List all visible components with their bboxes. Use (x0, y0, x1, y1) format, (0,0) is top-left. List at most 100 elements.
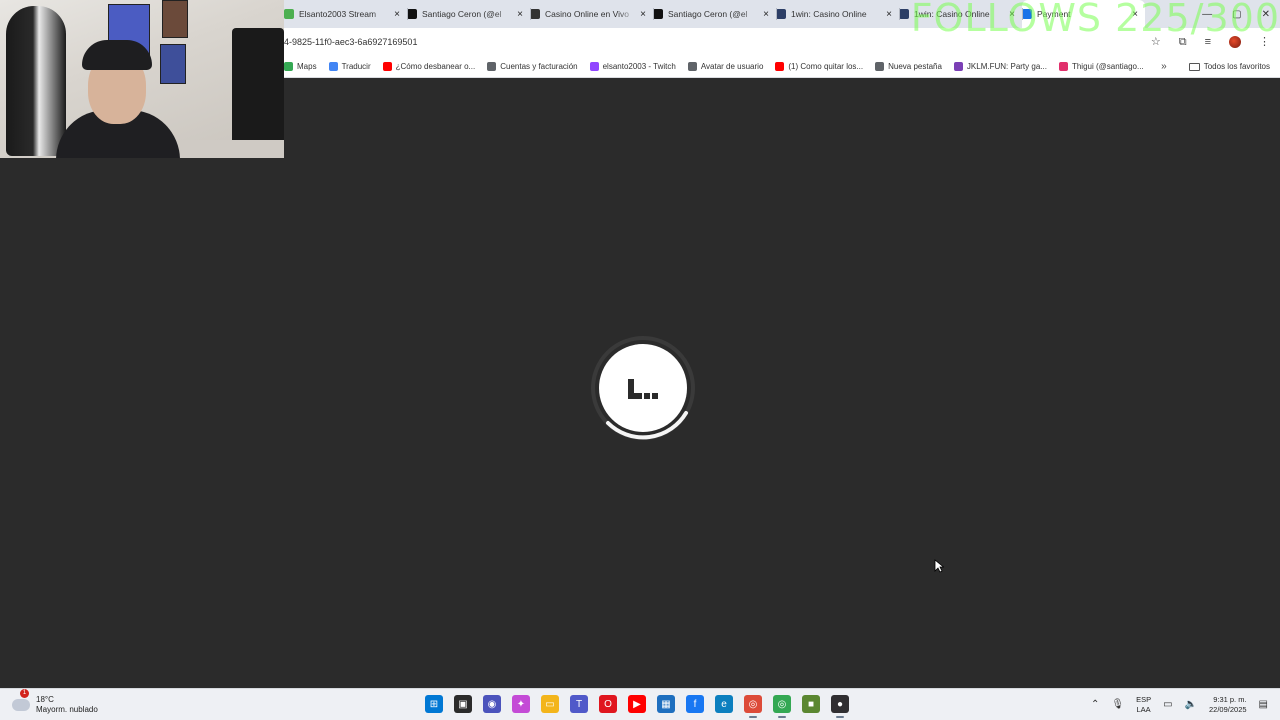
tab-close-icon[interactable]: × (517, 9, 523, 20)
youtube-icon[interactable]: ▶ (628, 695, 646, 713)
lang-code: ESP (1136, 694, 1152, 704)
bookmark-label: (1) Como quitar los... (788, 62, 864, 71)
tab-title: Santiago Ceron (@el (422, 9, 502, 19)
bookmark-favicon-icon (775, 62, 785, 71)
network-icon[interactable]: ▭ (1163, 699, 1172, 710)
bookmark-item[interactable]: Avatar de usuario (687, 62, 763, 71)
tab-title: Casino Online en Vivo (545, 9, 629, 19)
weather-widget[interactable]: 1 18°C Mayorm. nublado (0, 688, 200, 715)
weather-desc: Mayorm. nublado (36, 704, 98, 714)
bookmark-item[interactable]: JKLM.FUN: Party ga... (953, 62, 1047, 71)
browser-tab[interactable]: Santiago Ceron (@el × (653, 0, 776, 28)
bookmark-item[interactable]: Nueva pestaña (875, 62, 942, 71)
bookmark-favicon-icon (382, 62, 392, 71)
tab-close-icon[interactable]: × (640, 9, 646, 20)
bookmark-favicon-icon (687, 62, 697, 71)
clock-date: 22/09/2025 (1209, 704, 1247, 714)
browser-tab[interactable]: Casino Online en Vivo × (530, 0, 653, 28)
store-icon[interactable]: ▦ (657, 695, 675, 713)
tab-title: Santiago Ceron (@el (668, 9, 748, 19)
tab-close-icon[interactable]: × (1132, 9, 1138, 20)
tab-favicon-icon (530, 9, 540, 19)
tab-strip: Elsanto2003 Stream × Santiago Ceron (@el × C… (284, 0, 1280, 28)
lang-layout: LAA (1136, 704, 1151, 714)
notifications-icon[interactable]: ▤ (1259, 699, 1268, 710)
opera-icon[interactable]: O (599, 695, 617, 713)
weather-temp: 18°C (36, 694, 54, 704)
bookmark-favicon-icon (1058, 62, 1068, 71)
address-bar: 4-9825-11f0-aec3-6a6927169501 ☆ ⧉ ≡ ⋮ (284, 28, 1280, 56)
browser-tab[interactable]: Elsanto2003 Stream × (284, 0, 407, 28)
bookmark-item[interactable]: Cuentas y facturación (487, 62, 578, 71)
bookmark-item[interactable]: elsanto2003 - Twitch (589, 62, 676, 71)
bookmarks-overflow-icon[interactable]: » (1161, 61, 1167, 72)
tab-close-icon[interactable]: × (763, 9, 769, 20)
copilot-icon[interactable]: ✦ (512, 695, 530, 713)
profile-avatar[interactable] (1229, 36, 1241, 48)
notification-badge: 1 (20, 688, 29, 698)
bookmark-label: Nueva pestaña (888, 62, 942, 71)
bookmark-item[interactable]: Maps (284, 62, 317, 71)
bookmark-item[interactable]: (1) Como quitar los... (775, 62, 863, 71)
teams-icon[interactable]: T (570, 695, 588, 713)
bookmark-favicon-icon (875, 62, 885, 71)
bookmark-label: elsanto2003 - Twitch (602, 62, 676, 71)
media-control-icon[interactable]: ≡ (1205, 36, 1211, 48)
tab-favicon-icon (653, 9, 663, 19)
facebook-icon[interactable]: f (686, 695, 704, 713)
start-icon[interactable]: ⊞ (425, 695, 443, 713)
bookmark-favicon-icon (328, 62, 338, 71)
webcam-overlay (0, 0, 284, 158)
file-explorer-icon[interactable]: ▭ (541, 695, 559, 713)
tab-title: Elsanto2003 Stream (299, 9, 377, 19)
taskbar-apps: ⊞ ▣ ◉ ✦ ▭ T O ▶ ▦ f e ◎ ◎ ■ ● (425, 695, 849, 718)
chat-icon[interactable]: ◉ (483, 695, 501, 713)
tab-title: 1win: Casino Online (914, 9, 990, 19)
bookmark-item[interactable]: ¿Cómo desbanear o... (382, 62, 475, 71)
bookmark-label: JKLM.FUN: Party ga... (966, 62, 1047, 71)
chevron-up-icon[interactable]: ⌃ (1091, 699, 1099, 710)
folder-icon (1188, 62, 1200, 71)
extensions-icon[interactable]: ⧉ (1179, 36, 1187, 48)
browser-tab[interactable]: Payment × (1022, 0, 1145, 28)
page-content (0, 79, 1280, 688)
chrome-icon[interactable]: ◎ (744, 695, 762, 718)
tab-close-icon[interactable]: × (394, 9, 400, 20)
browser-tab[interactable]: Santiago Ceron (@el × (407, 0, 530, 28)
all-bookmarks-button[interactable]: Todos los favoritos (1188, 62, 1270, 71)
volume-icon[interactable]: 🔈 (1185, 699, 1197, 710)
microphone-icon[interactable]: 🎙 (1111, 699, 1124, 710)
menu-icon[interactable]: ⋮ (1259, 36, 1270, 48)
minimize-icon[interactable]: — (1202, 9, 1212, 20)
bookmark-label: Traducir (341, 62, 371, 71)
bookmark-label: Cuentas y facturación (500, 62, 578, 71)
bookmark-item[interactable]: Traducir (328, 62, 371, 71)
url-field[interactable]: 4-9825-11f0-aec3-6a6927169501 (284, 37, 1151, 47)
tab-favicon-icon (284, 9, 294, 19)
bookmark-favicon-icon (953, 62, 963, 71)
language-indicator[interactable]: ESP LAA (1136, 695, 1151, 715)
bookmark-favicon-icon (589, 62, 599, 71)
obs-icon[interactable]: ● (831, 695, 849, 718)
bookmark-item[interactable]: Thigui (@santiago... (1058, 62, 1144, 71)
bookmark-favicon-icon (284, 62, 293, 71)
maximize-icon[interactable]: ▢ (1232, 9, 1241, 20)
task-view-icon[interactable]: ▣ (454, 695, 472, 713)
bookmark-star-icon[interactable]: ☆ (1151, 36, 1161, 48)
tab-favicon-icon (899, 9, 909, 19)
tab-close-icon[interactable]: × (1009, 9, 1015, 20)
close-window-icon[interactable]: ✕ (1262, 9, 1270, 20)
cloud-icon (12, 698, 30, 711)
clock[interactable]: 9:31 p. m. 22/09/2025 (1209, 695, 1247, 715)
system-tray: ⌃ 🎙 ESP LAA ▭ 🔈 9:31 p. m. 22/09/2025 ▤ (1091, 695, 1280, 715)
browser-tab[interactable]: 1win: Casino Online × (899, 0, 1022, 28)
tab-title: Payment (1037, 9, 1071, 19)
taskbar: 1 18°C Mayorm. nublado ⊞ ▣ ◉ ✦ ▭ T O ▶ ▦ f e ◎ ◎ ■ ● ⌃… (0, 688, 1280, 720)
bookmark-favicon-icon (487, 62, 497, 71)
bookmarks-bar: Maps Traducir ¿Cómo desbanear o... Cuentas … (284, 56, 1280, 78)
edge-icon[interactable]: e (715, 695, 733, 713)
minecraft-icon[interactable]: ■ (802, 695, 820, 713)
chrome-profile-icon[interactable]: ◎ (773, 695, 791, 718)
browser-tab[interactable]: 1win: Casino Online × (776, 0, 899, 28)
tab-close-icon[interactable]: × (886, 9, 892, 20)
